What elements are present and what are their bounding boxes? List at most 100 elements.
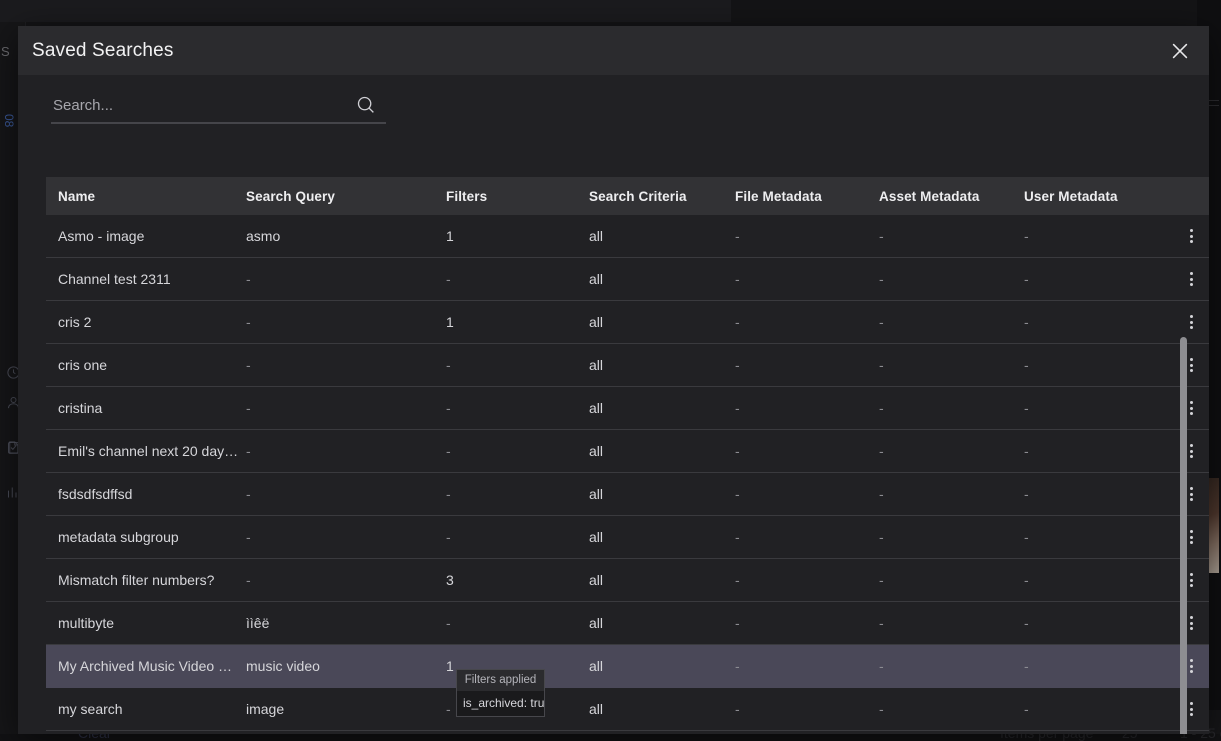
cell-name: cristina (46, 400, 246, 416)
kebab-menu-icon[interactable] (1169, 226, 1209, 246)
cell-name: my search (46, 701, 246, 717)
column-header-file[interactable]: File Metadata (735, 189, 879, 204)
table-scrollbar-thumb[interactable] (1180, 337, 1187, 734)
kebab-menu-icon[interactable] (1169, 570, 1209, 590)
table-row[interactable]: My Archived Music Video …music video1all… (46, 645, 1209, 688)
tooltip-title: Filters applied (457, 670, 544, 691)
search-row (18, 75, 1209, 139)
cell-user: - (1024, 443, 1169, 459)
saved-searches-modal: Saved Searches Name Search Query Filters… (18, 26, 1209, 734)
table-row[interactable]: multibyteììêë-all--- (46, 602, 1209, 645)
cell-filters: 3 (446, 572, 589, 588)
cell-user: - (1024, 615, 1169, 631)
table-row[interactable]: Mismatch filter numbers?-3all--- (46, 559, 1209, 602)
cell-name: cris one (46, 357, 246, 373)
cell-asset: - (879, 314, 1024, 330)
cell-filters: 1 (446, 314, 589, 330)
table-row[interactable]: fsdsdfsdffsd--all--- (46, 473, 1209, 516)
cell-criteria: all (589, 529, 735, 545)
column-header-asset[interactable]: Asset Metadata (879, 189, 1024, 204)
cell-criteria: all (589, 615, 735, 631)
cell-query: image (246, 701, 446, 717)
table-row[interactable]: Emil's channel next 20 day…--all--- (46, 430, 1209, 473)
table-row[interactable]: Channel test 2311--all--- (46, 258, 1209, 301)
cell-asset: - (879, 529, 1024, 545)
cell-filters: - (446, 529, 589, 545)
table-row[interactable]: my searchimage-all--- (46, 688, 1209, 731)
cell-query: asmo (246, 228, 446, 244)
cell-query: - (246, 314, 446, 330)
table-body: Asmo - imageasmo1all---Channel test 2311… (46, 215, 1209, 731)
cell-filters: - (446, 615, 589, 631)
kebab-menu-icon[interactable] (1169, 613, 1209, 633)
saved-searches-table: Name Search Query Filters Search Criteri… (46, 177, 1209, 734)
table-scrollbar-track[interactable] (1191, 177, 1198, 734)
cell-name: fsdsdfsdffsd (46, 486, 246, 502)
cell-query: - (246, 400, 446, 416)
cell-asset: - (879, 701, 1024, 717)
search-icon[interactable] (355, 94, 376, 120)
cell-criteria: all (589, 658, 735, 674)
cell-file: - (735, 658, 879, 674)
column-header-criteria[interactable]: Search Criteria (589, 189, 735, 204)
cell-query: - (246, 271, 446, 287)
cell-name: Mismatch filter numbers? (46, 572, 246, 588)
cell-filters: - (446, 357, 589, 373)
kebab-menu-icon[interactable] (1169, 269, 1209, 289)
cell-filters: - (446, 486, 589, 502)
cell-asset: - (879, 658, 1024, 674)
kebab-menu-icon[interactable] (1169, 312, 1209, 332)
column-header-name[interactable]: Name (46, 189, 246, 204)
kebab-menu-icon[interactable] (1169, 398, 1209, 418)
search-input[interactable] (51, 91, 351, 119)
cell-name: Emil's channel next 20 day… (46, 443, 246, 459)
table-row[interactable]: metadata subgroup--all--- (46, 516, 1209, 559)
table-row[interactable]: Asmo - imageasmo1all--- (46, 215, 1209, 258)
column-header-filters[interactable]: Filters (446, 189, 589, 204)
cell-filters: - (446, 443, 589, 459)
search-field[interactable] (51, 91, 386, 124)
cell-asset: - (879, 400, 1024, 416)
cell-asset: - (879, 572, 1024, 588)
cell-file: - (735, 400, 879, 416)
kebab-menu-icon[interactable] (1169, 527, 1209, 547)
cell-criteria: all (589, 314, 735, 330)
cell-filters: - (446, 400, 589, 416)
cell-criteria: all (589, 443, 735, 459)
cell-user: - (1024, 228, 1169, 244)
cell-query: - (246, 486, 446, 502)
cell-asset: - (879, 486, 1024, 502)
kebab-menu-icon[interactable] (1169, 699, 1209, 719)
table-header-row: Name Search Query Filters Search Criteri… (46, 177, 1209, 215)
kebab-menu-icon[interactable] (1169, 441, 1209, 461)
cell-name: metadata subgroup (46, 529, 246, 545)
cell-query: - (246, 529, 446, 545)
kebab-menu-icon[interactable] (1169, 484, 1209, 504)
page-title: Saved Searches (32, 40, 174, 62)
cell-query: ììêë (246, 615, 446, 631)
column-header-query[interactable]: Search Query (246, 189, 446, 204)
cell-query: music video (246, 658, 446, 674)
cell-file: - (735, 486, 879, 502)
cell-file: - (735, 271, 879, 287)
cell-file: - (735, 314, 879, 330)
kebab-menu-icon[interactable] (1169, 656, 1209, 676)
column-header-user[interactable]: User Metadata (1024, 189, 1169, 204)
cell-user: - (1024, 529, 1169, 545)
cell-criteria: all (589, 701, 735, 717)
close-icon[interactable] (1163, 34, 1197, 68)
cell-user: - (1024, 357, 1169, 373)
cell-asset: - (879, 228, 1024, 244)
modal-header: Saved Searches (18, 26, 1209, 75)
table-row[interactable]: cris one--all--- (46, 344, 1209, 387)
cell-name: multibyte (46, 615, 246, 631)
table-row[interactable]: cris 2-1all--- (46, 301, 1209, 344)
cell-user: - (1024, 314, 1169, 330)
cell-file: - (735, 228, 879, 244)
cell-filters: 1 (446, 228, 589, 244)
kebab-menu-icon[interactable] (1169, 355, 1209, 375)
background-topbar (0, 0, 731, 22)
cell-user: - (1024, 486, 1169, 502)
table-row[interactable]: cristina--all--- (46, 387, 1209, 430)
cell-criteria: all (589, 357, 735, 373)
